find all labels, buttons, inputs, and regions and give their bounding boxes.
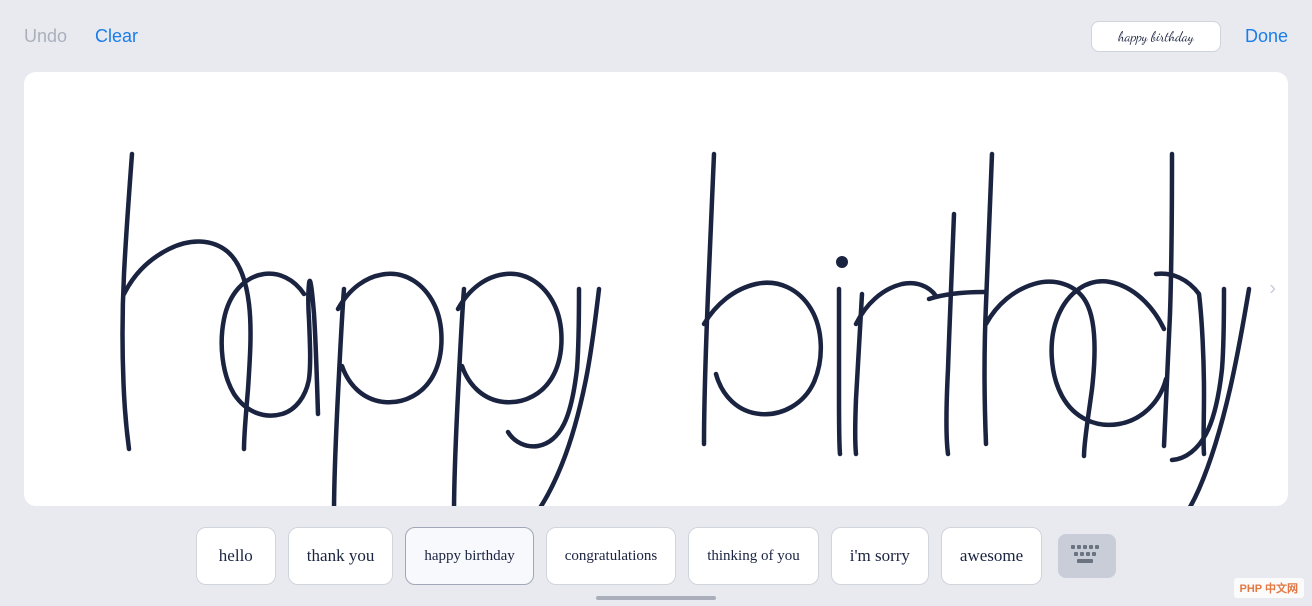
suggestion-awesome[interactable]: awesome [941, 527, 1042, 585]
suggestion-hello[interactable]: hello [196, 527, 276, 585]
clear-button[interactable]: Clear [95, 26, 138, 47]
toolbar-center: happy birthday Done [1091, 21, 1288, 52]
keyboard-button[interactable] [1058, 534, 1116, 578]
done-button[interactable]: Done [1245, 26, 1288, 47]
suggestion-happy-birthday[interactable]: happy birthday [405, 527, 533, 585]
preview-box: happy birthday [1091, 21, 1221, 52]
undo-button[interactable]: Undo [24, 26, 67, 47]
keyboard-icon [1071, 545, 1103, 567]
toolbar: Undo Clear happy birthday Done [0, 0, 1312, 72]
home-indicator [596, 596, 716, 600]
suggestion-thinking-of-you[interactable]: thinking of you [688, 527, 819, 585]
suggestion-congratulations[interactable]: congratulations [546, 527, 676, 585]
suggestions-bar: hello thank you happy birthday congratul… [0, 506, 1312, 606]
handwriting-canvas[interactable]: › [24, 72, 1288, 506]
toolbar-left: Undo Clear [24, 26, 138, 47]
suggestion-thank-you[interactable]: thank you [288, 527, 394, 585]
watermark: PHP 中文网 [1234, 578, 1304, 598]
handwriting-svg [24, 72, 1288, 506]
suggestion-im-sorry[interactable]: i'm sorry [831, 527, 929, 585]
